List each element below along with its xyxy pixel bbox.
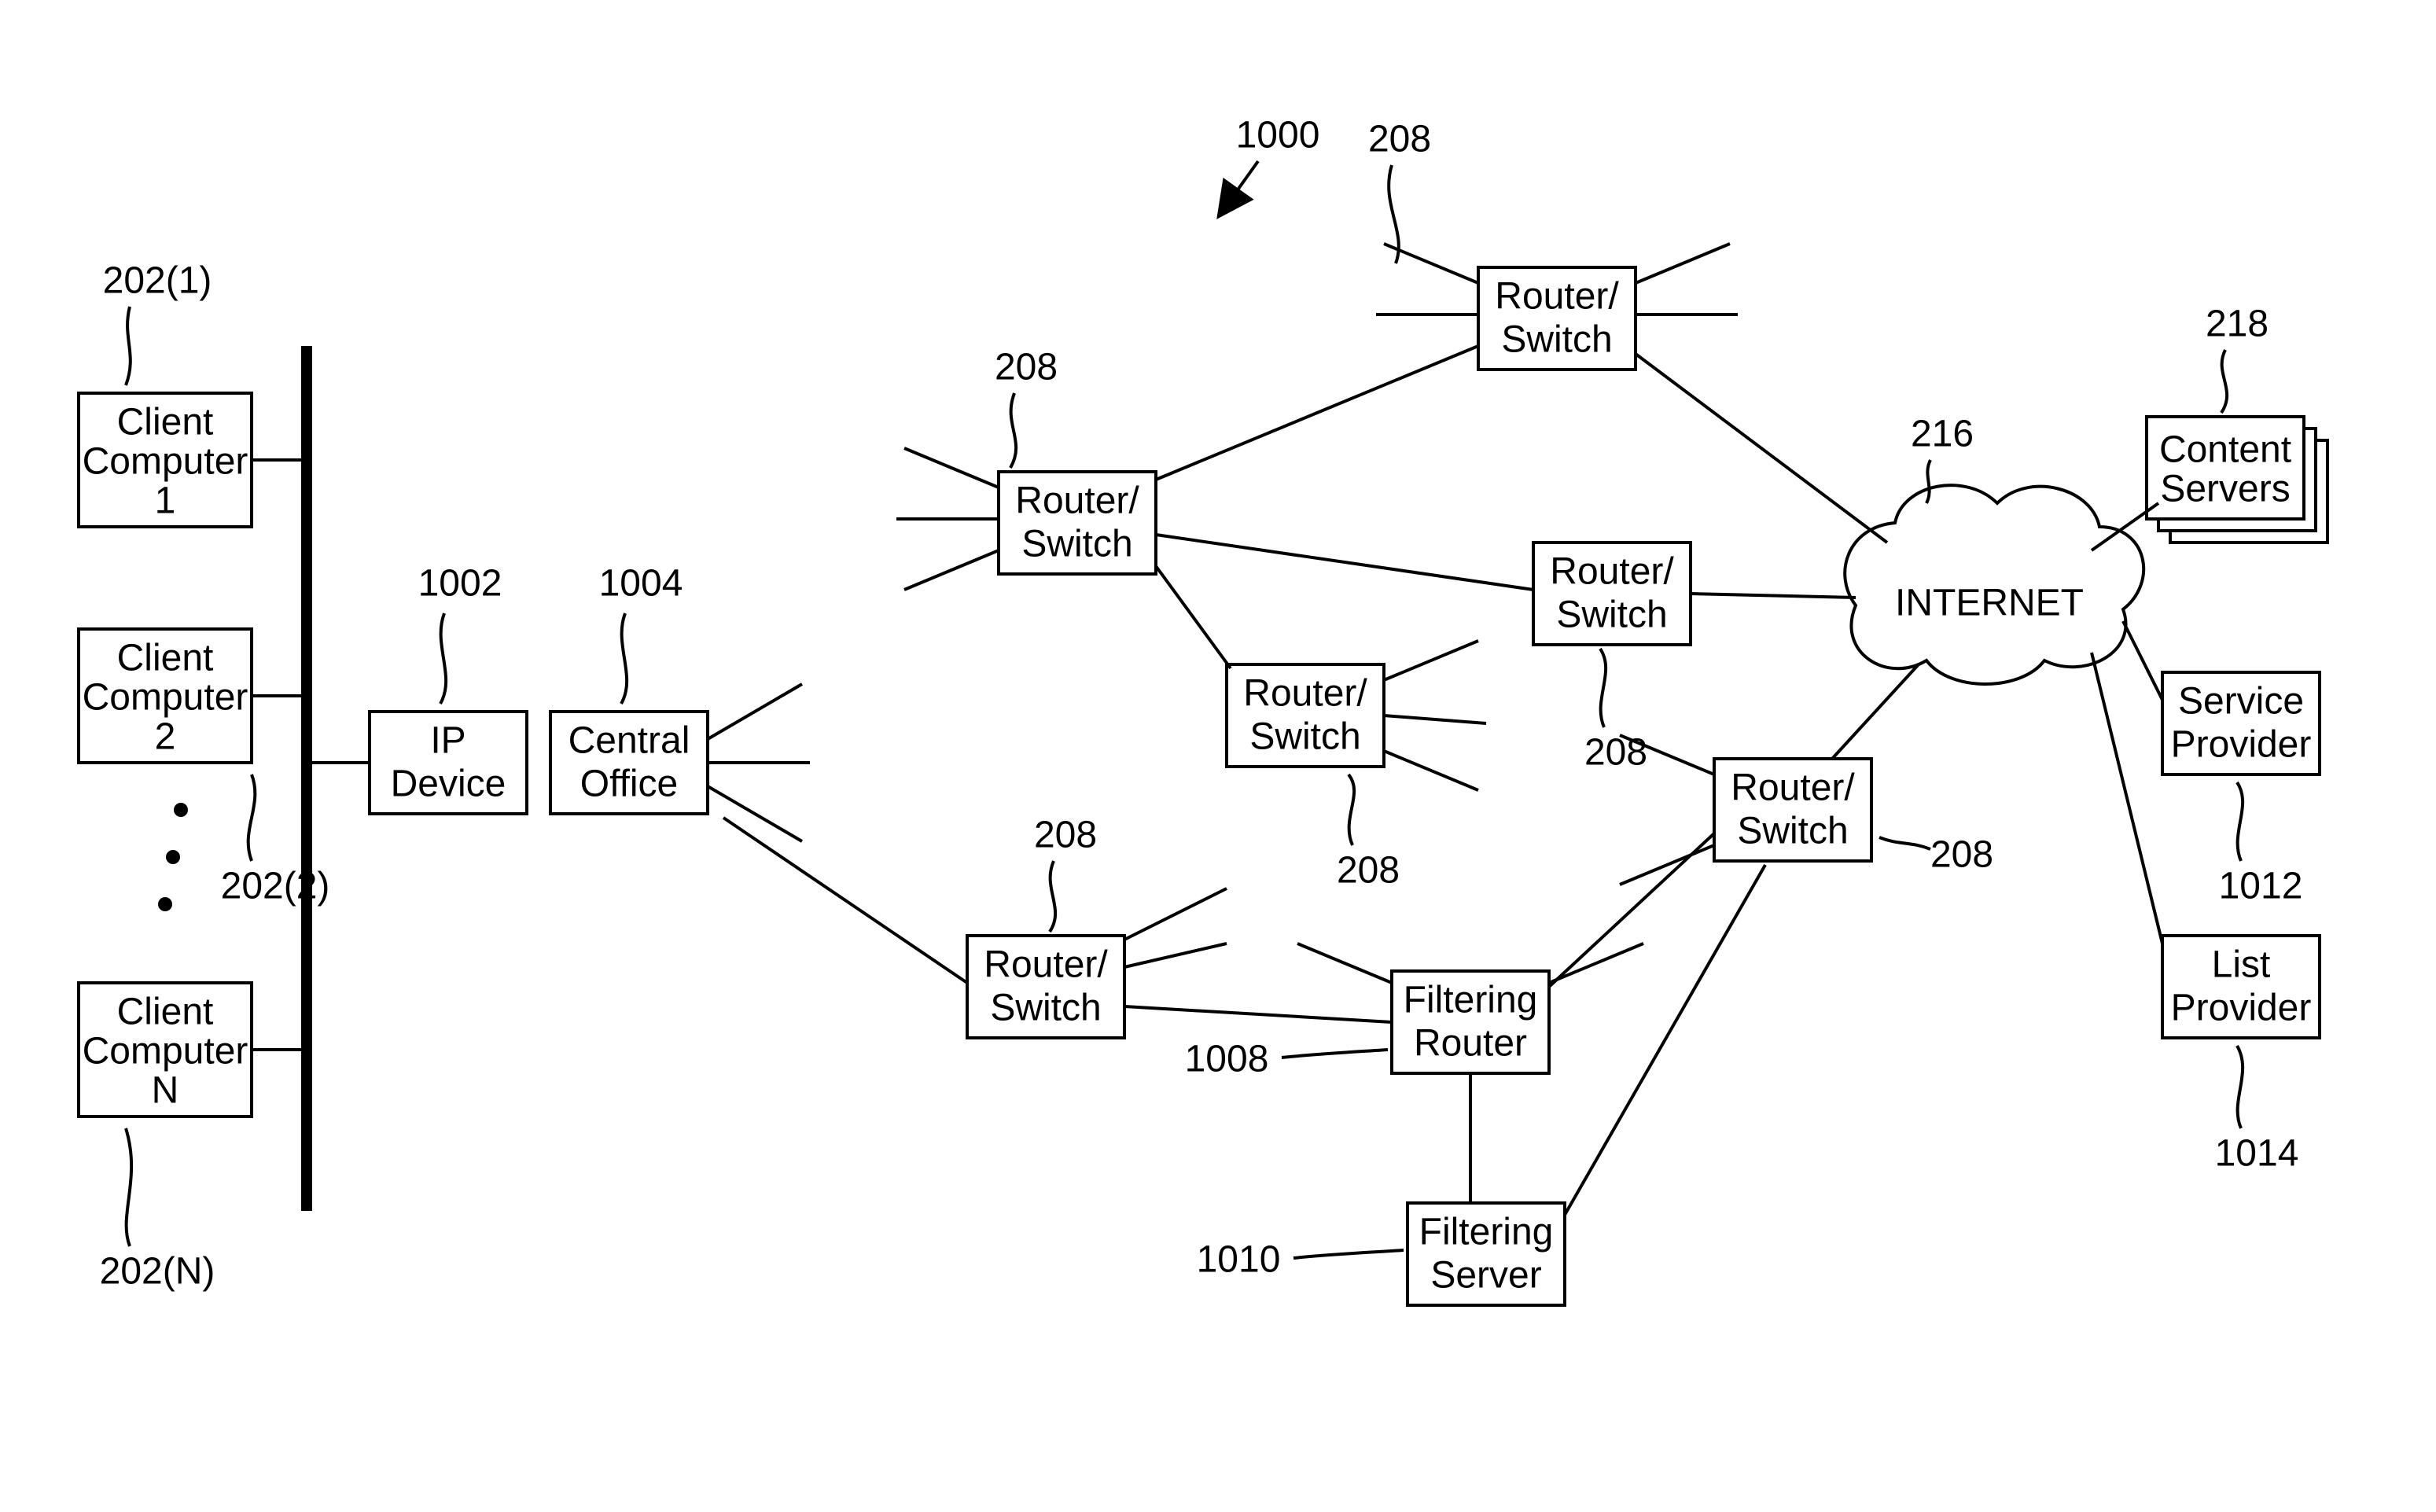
r6-b: Switch xyxy=(1737,811,1848,852)
ellipsis-dot xyxy=(166,850,180,864)
cs-b: Servers xyxy=(2160,469,2290,510)
list-provider: List Provider xyxy=(2162,936,2320,1038)
filtering-server: Filtering Server xyxy=(1408,1073,1565,1305)
client2-line2: Computer xyxy=(83,677,248,719)
router-switch-5: Router/ Switch xyxy=(967,936,1124,1038)
ref-sp-text: 1012 xyxy=(2219,866,2303,907)
fr-a: Filtering xyxy=(1404,980,1538,1021)
ref-r4-text: 208 xyxy=(1584,732,1647,774)
ref-r3: 208 xyxy=(1337,774,1400,892)
ref-overall-text: 1000 xyxy=(1236,115,1320,156)
ref-client1-text: 202(1) xyxy=(103,260,212,302)
ref-list-provider: 1014 xyxy=(2215,1046,2299,1175)
ip-device-line2: Device xyxy=(391,763,506,805)
r1-a: Router/ xyxy=(1015,480,1139,522)
clientN-line1: Client xyxy=(117,991,214,1033)
r4-b: Switch xyxy=(1556,594,1667,636)
ref-r1: 208 xyxy=(995,347,1058,468)
ref-client2: 202(2) xyxy=(221,774,330,907)
client-computer-n: Client Computer N xyxy=(79,983,307,1117)
network-diagram: Client Computer 1 202(1) Client Computer… xyxy=(0,0,2436,1512)
ref-filtering-server: 1010 xyxy=(1197,1239,1404,1281)
ellipsis-dot xyxy=(158,897,172,911)
ref-ipdevice: 1002 xyxy=(418,563,502,704)
fs-a: Filtering xyxy=(1419,1212,1554,1253)
ref-client2-text: 202(2) xyxy=(221,866,330,907)
r5-a: Router/ xyxy=(984,944,1108,986)
ref-r3-text: 208 xyxy=(1337,850,1400,892)
client1-line3: 1 xyxy=(155,480,176,522)
client2-line1: Client xyxy=(117,638,214,679)
router-switch-4: Router/ Switch xyxy=(1533,543,1691,645)
client1-line2: Computer xyxy=(83,441,248,483)
ref-fs-text: 1010 xyxy=(1197,1239,1281,1281)
ref-client1: 202(1) xyxy=(103,260,212,385)
central-office-line1: Central xyxy=(569,720,690,762)
sp-a: Service xyxy=(2178,681,2304,723)
ref-r6-text: 208 xyxy=(1930,834,1993,876)
router-switch-6: Router/ Switch xyxy=(1714,759,1871,861)
central-office: Central Office xyxy=(550,712,708,814)
client-computer-1: Client Computer 1 xyxy=(79,393,307,527)
fs-b: Server xyxy=(1430,1255,1541,1297)
ref-r2-text: 208 xyxy=(1368,119,1431,160)
ref-content-servers: 218 xyxy=(2206,304,2269,413)
ref-overall: 1000 xyxy=(1219,115,1319,216)
lp-a: List xyxy=(2212,944,2271,986)
router-switch-1: Router/ Switch xyxy=(999,472,1156,574)
ref-r5-text: 208 xyxy=(1034,815,1097,856)
cs-a: Content xyxy=(2159,429,2291,471)
clientN-line2: Computer xyxy=(83,1031,248,1072)
internet-label: INTERNET xyxy=(1895,583,2084,624)
r1-b: Switch xyxy=(1021,524,1132,565)
ref-r4: 208 xyxy=(1584,649,1647,774)
client1-line1: Client xyxy=(117,402,214,443)
ref-service-provider: 1012 xyxy=(2219,782,2303,907)
fr-b: Router xyxy=(1414,1023,1527,1065)
filtering-router: Filtering Router xyxy=(1392,971,1549,1073)
router-switch-3: Router/ Switch xyxy=(1227,664,1384,767)
r4-a: Router/ xyxy=(1550,551,1674,593)
ref-r5: 208 xyxy=(1034,815,1097,932)
client-computer-2: Client Computer 2 xyxy=(79,629,307,763)
client2-line3: 2 xyxy=(155,716,176,758)
ref-centraloffice: 1004 xyxy=(599,563,683,704)
ref-filtering-router: 1008 xyxy=(1185,1039,1388,1080)
ref-internet: 216 xyxy=(1911,414,1974,503)
ref-r1-text: 208 xyxy=(995,347,1058,388)
ref-cs-text: 218 xyxy=(2206,304,2269,345)
ref-ra-text: 1004 xyxy=(599,563,683,605)
router-switch-2: Router/ Switch xyxy=(1478,267,1636,370)
ref-r2: 208 xyxy=(1368,119,1431,263)
content-servers: Content Servers xyxy=(2147,417,2327,543)
ref-fr-text: 1008 xyxy=(1185,1039,1269,1080)
ref-r6: 208 xyxy=(1879,834,1993,876)
ref-lp-text: 1014 xyxy=(2215,1133,2299,1175)
r2-b: Switch xyxy=(1501,319,1612,361)
ref-clientn-text: 202(N) xyxy=(100,1251,215,1293)
r6-a: Router/ xyxy=(1731,767,1855,809)
r2-a: Router/ xyxy=(1495,276,1619,318)
sp-b: Provider xyxy=(2171,724,2312,766)
ip-device-line1: IP xyxy=(430,720,465,762)
r5-b: Switch xyxy=(990,988,1101,1029)
r3-b: Switch xyxy=(1249,716,1360,758)
ref-ipdevice-text: 1002 xyxy=(418,563,502,605)
internet-cloud: INTERNET xyxy=(1845,485,2143,684)
central-office-line2: Office xyxy=(580,763,679,805)
ellipsis-dot xyxy=(174,803,188,817)
clientN-line3: N xyxy=(152,1070,179,1112)
service-provider: Service Provider xyxy=(2162,672,2320,774)
lp-b: Provider xyxy=(2171,988,2312,1029)
ip-device: IP Device xyxy=(307,712,527,814)
ref-internet-text: 216 xyxy=(1911,414,1974,455)
ref-clientn: 202(N) xyxy=(100,1128,215,1293)
r3-a: Router/ xyxy=(1243,673,1367,715)
